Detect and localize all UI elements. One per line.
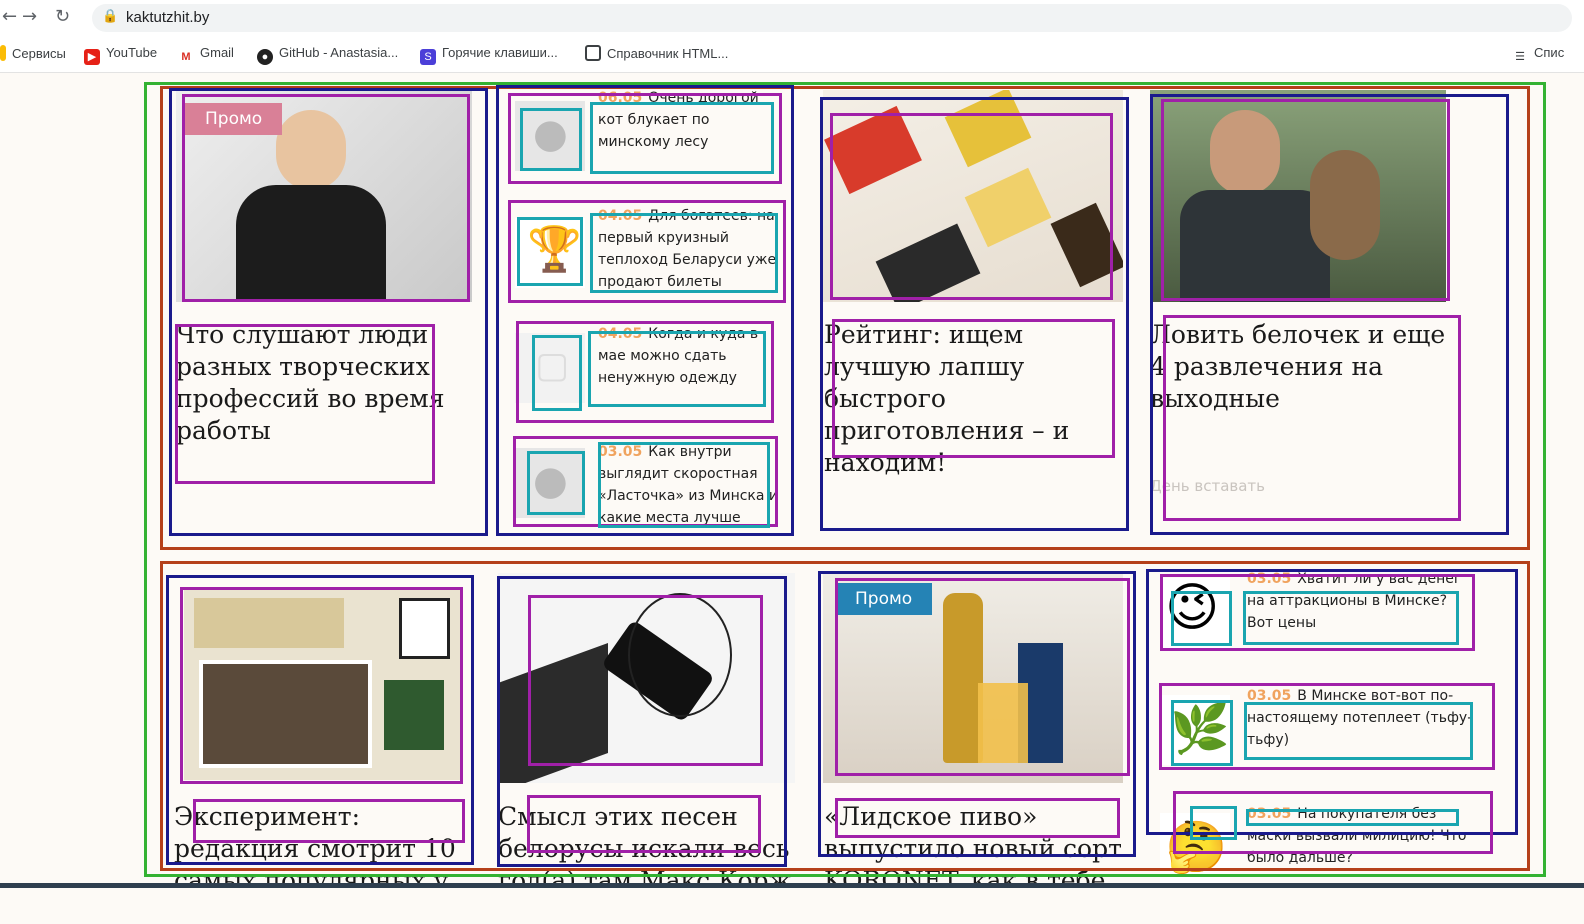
thumb-outline <box>1171 700 1233 766</box>
page-icon <box>585 45 601 61</box>
forward-icon[interactable]: → <box>22 6 37 27</box>
lock-icon: 🔒 <box>102 9 119 24</box>
title-outline <box>832 319 1115 458</box>
title-outline <box>527 795 761 853</box>
address-bar[interactable]: 🔒 kaktutzhit.by <box>92 4 1572 32</box>
text-outline <box>1243 591 1459 645</box>
text-outline <box>588 331 766 407</box>
text-outline <box>598 442 770 528</box>
text-outline <box>590 213 778 293</box>
url-text: kaktutzhit.by <box>126 9 210 26</box>
image-outline <box>182 94 470 302</box>
bookmark-gmail[interactable]: M Gmail <box>178 45 234 65</box>
bookmark-html-ref[interactable]: Справочник HTML... <box>585 45 728 61</box>
title-outline <box>835 798 1120 838</box>
image-outline <box>835 578 1130 776</box>
bookmark-label: Спис <box>1534 45 1565 60</box>
apps-icon <box>0 45 6 61</box>
bookmark-label: YouTube <box>106 45 158 60</box>
bookmark-label: Сервисы <box>12 46 66 61</box>
thumb-outline <box>532 335 582 411</box>
bottom-divider <box>0 883 1584 888</box>
bookmark-label: GitHub - Anastasia... <box>279 45 399 60</box>
reload-icon[interactable]: ↻ <box>55 6 70 27</box>
image-outline <box>528 595 763 766</box>
image-outline <box>1161 99 1450 301</box>
youtube-icon: ▶ <box>84 49 100 65</box>
bookmark-label: Горячие клавиши... <box>442 45 558 60</box>
hotkeys-icon: S <box>420 49 436 65</box>
list-icon: ☰ <box>1515 51 1525 63</box>
text-outline <box>590 102 774 174</box>
github-icon: ● <box>257 49 273 65</box>
bookmark-reading-list[interactable]: ☰ Спис <box>1512 45 1564 65</box>
thumb-outline <box>1190 806 1237 840</box>
thumb-outline <box>1171 591 1232 646</box>
thumb-outline <box>520 108 582 171</box>
bookmark-youtube[interactable]: ▶ YouTube <box>84 45 157 65</box>
browser-toolbar: ← → ↻ 🔒 kaktutzhit.by <box>0 0 1584 36</box>
gmail-icon: M <box>181 51 191 63</box>
text-outline <box>1244 702 1473 760</box>
bookmark-services[interactable]: Сервисы <box>0 45 66 61</box>
bookmark-label: Справочник HTML... <box>607 46 729 61</box>
page-content: Промо ● 🏆 ▢ ● 06.05 Очень дорогой кот блу… <box>0 73 1584 883</box>
bookmark-label: Gmail <box>200 45 234 60</box>
title-outline <box>1163 315 1461 521</box>
text-outline <box>1246 809 1459 826</box>
thumb-outline <box>517 217 583 286</box>
back-icon[interactable]: ← <box>2 6 17 27</box>
title-outline <box>175 324 435 484</box>
bookmark-github[interactable]: ● GitHub - Anastasia... <box>257 45 398 65</box>
thumb-outline <box>527 451 585 515</box>
image-outline <box>830 113 1113 300</box>
bookmarks-bar: Сервисы ▶ YouTube M Gmail ● GitHub - Anasta… <box>0 36 1584 73</box>
image-outline <box>180 587 463 784</box>
bookmark-hotkeys[interactable]: S Горячие клавиши... <box>420 45 558 65</box>
title-outline <box>193 799 465 843</box>
